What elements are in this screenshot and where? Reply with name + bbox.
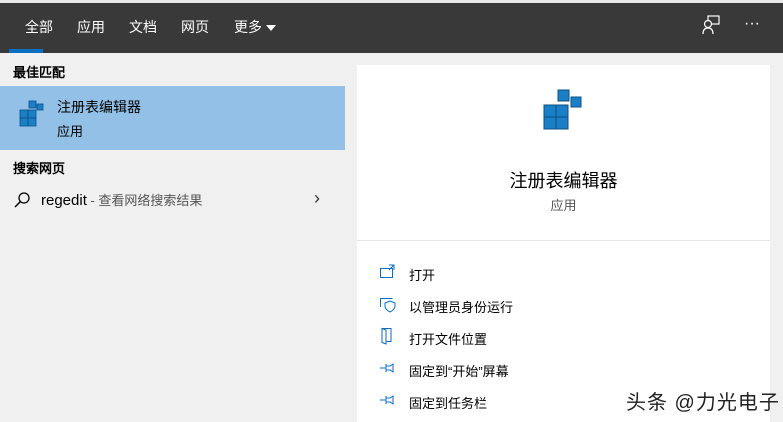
best-match-item[interactable]: 注册表编辑器 应用 xyxy=(0,86,345,150)
pin-icon xyxy=(379,391,397,409)
more-options-button[interactable]: ··· xyxy=(744,15,760,33)
folder-location-icon xyxy=(379,327,397,345)
tab-all[interactable]: 全部 xyxy=(25,17,53,37)
web-search-item[interactable]: regedit - 查看网络搜索结果 › xyxy=(0,185,345,215)
detail-app-name: 注册表编辑器 xyxy=(509,171,618,191)
filter-bar: 全部 应用 文档 网页 更多 ··· xyxy=(0,3,783,53)
results-panel: 最佳匹配 注册表编辑器 应用 搜索网页 regedit - 查看网络搜索结果 › xyxy=(0,53,345,422)
action-open[interactable]: 打开 xyxy=(379,263,679,285)
best-match-type: 应用 xyxy=(57,124,84,139)
chevron-right-icon[interactable]: › xyxy=(314,188,320,209)
search-icon xyxy=(13,191,31,214)
action-open-file-location[interactable]: 打开文件位置 xyxy=(379,327,679,349)
open-icon xyxy=(379,263,397,281)
tab-web[interactable]: 网页 xyxy=(181,17,209,37)
best-match-name: 注册表编辑器 xyxy=(57,99,141,115)
action-label: 以管理员身份运行 xyxy=(409,300,514,315)
action-run-as-admin[interactable]: 以管理员身份运行 xyxy=(379,295,679,317)
feedback-person-icon[interactable] xyxy=(702,15,720,40)
action-label: 打开文件位置 xyxy=(409,332,488,347)
action-label: 固定到“开始”屏幕 xyxy=(409,364,509,379)
action-label: 固定到任务栏 xyxy=(409,396,488,411)
divider xyxy=(357,240,770,241)
best-match-heading: 最佳匹配 xyxy=(13,65,66,80)
registry-editor-icon xyxy=(16,98,46,135)
watermark: 头条 @力光电子 xyxy=(626,392,780,414)
scroll-gutter xyxy=(770,53,783,422)
registry-editor-large-icon xyxy=(540,85,586,142)
chevron-down-icon xyxy=(266,25,276,32)
web-search-heading: 搜索网页 xyxy=(13,161,66,176)
tab-more[interactable]: 更多 xyxy=(234,17,276,37)
tab-more-label: 更多 xyxy=(234,19,262,35)
detail-app-type: 应用 xyxy=(550,198,577,213)
detail-panel: 注册表编辑器 应用 打开 以管理员身份运行 打开文件位置 固定到“开始”屏幕 固… xyxy=(357,65,770,422)
action-pin-to-start[interactable]: 固定到“开始”屏幕 xyxy=(379,359,679,381)
action-label: 打开 xyxy=(409,268,436,283)
tab-apps[interactable]: 应用 xyxy=(77,17,105,37)
web-search-description: - 查看网络搜索结果 xyxy=(86,193,203,208)
tab-documents[interactable]: 文档 xyxy=(129,17,157,37)
shield-icon xyxy=(379,295,397,313)
web-search-query: regedit xyxy=(41,192,87,209)
pin-icon xyxy=(379,359,397,377)
